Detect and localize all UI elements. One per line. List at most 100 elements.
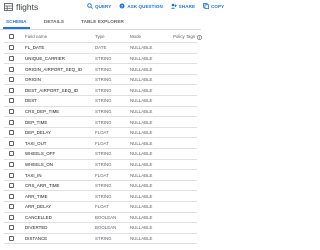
field-mode: NULLABLE <box>130 225 153 231</box>
column-header-policy-tags[interactable]: Policy Tags <box>173 34 195 40</box>
row-checkbox[interactable] <box>9 151 14 157</box>
field-mode: NULLABLE <box>130 193 153 199</box>
row-checkbox[interactable] <box>9 77 14 83</box>
table-header-bar: flights QUERY ? ASK QUESTION SHARE COPY <box>0 0 224 15</box>
table-row[interactable]: ORIGIN_AIRPORT_SEQ_ID STRING NULLABLE <box>4 64 197 75</box>
field-mode: NULLABLE <box>130 66 153 72</box>
row-checkbox[interactable] <box>9 108 14 114</box>
row-checkbox[interactable] <box>9 204 14 210</box>
schema-rows: FL_DATE DATE NULLABLE UNIQUE_CARRIER STRING N… <box>4 43 197 245</box>
row-checkbox[interactable] <box>9 183 14 189</box>
field-name: ORIGIN_AIRPORT_SEQ_ID <box>25 66 83 72</box>
table-row[interactable]: DIVERTED BOOLEAN NULLABLE <box>4 223 197 234</box>
field-name: UNIQUE_CARRIER <box>25 55 65 61</box>
row-checkbox[interactable] <box>9 66 14 72</box>
query-label: QUERY <box>95 3 112 9</box>
table-row[interactable]: DEST STRING NULLABLE <box>4 96 197 107</box>
page-title: flights <box>16 2 39 12</box>
row-checkbox[interactable] <box>9 214 14 220</box>
field-type: STRING <box>95 77 112 83</box>
table-actions: QUERY ? ASK QUESTION SHARE COPY <box>87 3 232 9</box>
row-checkbox[interactable] <box>9 161 14 167</box>
table-row[interactable]: DEST_AIRPORT_SEQ_ID STRING NULLABLE <box>4 85 197 96</box>
field-type: STRING <box>95 193 112 199</box>
field-type: STRING <box>95 119 112 125</box>
field-name: WHEELS_OFF <box>25 151 56 157</box>
table-row[interactable]: CANCELLED BOOLEAN NULLABLE <box>4 213 197 224</box>
table-row[interactable]: WHEELS_ON STRING NULLABLE <box>4 160 197 171</box>
field-mode: NULLABLE <box>130 55 153 61</box>
field-mode: NULLABLE <box>130 45 153 51</box>
field-mode: NULLABLE <box>130 204 153 210</box>
svg-text:?: ? <box>121 4 124 9</box>
select-all-checkbox[interactable] <box>9 34 14 40</box>
field-type: DATE <box>95 45 107 51</box>
field-type: STRING <box>95 55 112 61</box>
table-row[interactable]: CRS_DEP_TIME STRING NULLABLE <box>4 107 197 118</box>
table-row[interactable]: DEP_DELAY FLOAT NULLABLE <box>4 128 197 139</box>
row-checkbox[interactable] <box>9 130 14 136</box>
field-mode: NULLABLE <box>130 151 153 157</box>
column-header-type[interactable]: Type <box>95 34 105 40</box>
field-name: CRS_ARR_TIME <box>25 183 60 189</box>
field-name: DEST <box>25 98 37 104</box>
row-checkbox[interactable] <box>9 55 14 61</box>
field-type: STRING <box>95 108 112 114</box>
field-type: STRING <box>95 98 112 104</box>
field-name: ARR_DELAY <box>25 204 52 210</box>
query-button[interactable]: QUERY <box>87 3 111 9</box>
field-name: DEP_TIME <box>25 119 48 125</box>
field-type: STRING <box>95 161 112 167</box>
copy-label: COPY <box>211 3 225 9</box>
field-mode: NULLABLE <box>130 161 153 167</box>
row-checkbox[interactable] <box>9 225 14 231</box>
tab-schema[interactable]: SCHEMA <box>6 19 27 24</box>
search-icon <box>87 3 93 9</box>
field-type: FLOAT <box>95 204 109 210</box>
field-type: BOOLEAN <box>95 225 117 231</box>
table-row[interactable]: UNIQUE_CARRIER STRING NULLABLE <box>4 54 197 65</box>
field-name: WHEELS_ON <box>25 161 54 167</box>
field-name: CRS_DEP_TIME <box>25 108 60 114</box>
row-checkbox[interactable] <box>9 140 14 146</box>
field-mode: NULLABLE <box>130 172 153 178</box>
table-row[interactable]: DEP_TIME STRING NULLABLE <box>4 117 197 128</box>
table-row[interactable]: TAXI_OUT FLOAT NULLABLE <box>4 138 197 149</box>
table-row[interactable]: TAXI_IN FLOAT NULLABLE <box>4 170 197 181</box>
table-row[interactable]: ORIGIN STRING NULLABLE <box>4 75 197 86</box>
row-checkbox[interactable] <box>9 98 14 104</box>
copy-button[interactable]: COPY <box>203 3 224 9</box>
table-header-row: Field name Type Mode Policy Tags <box>4 32 202 43</box>
table-row[interactable]: ARR_DELAY FLOAT NULLABLE <box>4 202 197 213</box>
field-type: FLOAT <box>95 172 109 178</box>
share-icon <box>170 3 177 9</box>
column-header-mode[interactable]: Mode <box>130 34 141 40</box>
field-name: TAXI_IN <box>25 172 42 178</box>
tab-table-explorer[interactable]: TABLE EXPLORER <box>81 19 124 24</box>
tab-details[interactable]: DETAILS <box>44 19 64 24</box>
info-icon[interactable] <box>197 34 202 40</box>
share-button[interactable]: SHARE <box>170 3 195 9</box>
field-name: TAXI_OUT <box>25 140 47 146</box>
field-mode: NULLABLE <box>130 108 153 114</box>
row-checkbox[interactable] <box>9 119 14 125</box>
table-row[interactable]: ARR_TIME STRING NULLABLE <box>4 191 197 202</box>
column-header-field-name[interactable]: Field name <box>25 34 47 40</box>
field-mode: NULLABLE <box>130 140 153 146</box>
field-mode: NULLABLE <box>130 183 153 189</box>
field-name: DEP_DELAY <box>25 130 51 136</box>
ask-question-button[interactable]: ? ASK QUESTION <box>119 3 163 9</box>
row-checkbox[interactable] <box>9 193 14 199</box>
field-name: CANCELLED <box>25 214 52 220</box>
table-row[interactable]: WHEELS_OFF STRING NULLABLE <box>4 149 197 160</box>
row-checkbox[interactable] <box>9 45 14 51</box>
field-name: ORIGIN <box>25 77 41 83</box>
table-row[interactable]: FL_DATE DATE NULLABLE <box>4 43 197 54</box>
table-row[interactable]: DISTANCE STRING NULLABLE <box>4 234 197 245</box>
field-type: STRING <box>95 66 112 72</box>
row-checkbox[interactable] <box>9 87 14 93</box>
field-mode: NULLABLE <box>130 119 153 125</box>
row-checkbox[interactable] <box>9 236 14 242</box>
row-checkbox[interactable] <box>9 172 14 178</box>
table-row[interactable]: CRS_ARR_TIME STRING NULLABLE <box>4 181 197 192</box>
